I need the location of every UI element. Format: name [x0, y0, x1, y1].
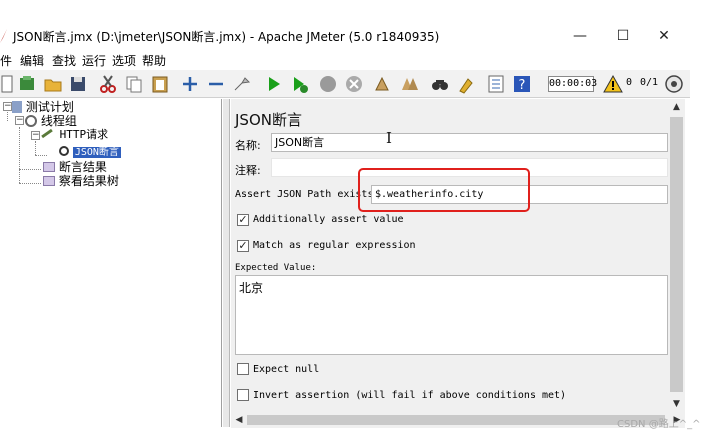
clear-icon[interactable] — [372, 74, 392, 94]
thread-count: 0/1 — [640, 77, 659, 88]
invert-assertion-checkbox[interactable] — [237, 389, 249, 401]
close-button[interactable]: ✕ — [641, 24, 687, 48]
reset-search-icon[interactable] — [456, 74, 476, 94]
menu-run[interactable]: 运行 — [82, 52, 106, 69]
start-icon[interactable] — [264, 74, 284, 94]
gear-icon — [25, 115, 37, 127]
tree-item-label: 测试计划 — [25, 100, 74, 114]
menu-file[interactable]: 件 — [0, 52, 12, 69]
menu-edit[interactable]: 编辑 — [20, 52, 44, 69]
tree-connector — [35, 141, 36, 155]
watermark: CSDN @路上^_^ — [617, 419, 701, 430]
text-cursor-icon: I — [386, 129, 392, 147]
scrollbar-thumb[interactable] — [247, 415, 665, 425]
scroll-down-icon[interactable]: ▼ — [668, 396, 685, 412]
menu-help[interactable]: 帮助 — [142, 52, 166, 69]
page-title: JSON断言 — [235, 111, 302, 129]
clear-all-icon[interactable] — [400, 74, 420, 94]
expect-null-label: Expect null — [253, 364, 320, 375]
remote-icon[interactable] — [664, 74, 684, 94]
additionally-assert-checkbox[interactable]: ✓ — [237, 214, 249, 226]
cut-icon[interactable] — [98, 74, 118, 94]
expect-null-checkbox[interactable] — [237, 363, 249, 375]
open-icon[interactable] — [43, 74, 63, 94]
tree-expander[interactable]: − — [31, 131, 40, 140]
test-plan-tree: − 测试计划 − 线程组 − HTTP请求 JSON断言 断言结果 察看结果树 — [0, 99, 222, 427]
warning-count: 0 — [626, 77, 633, 88]
function-helper-icon[interactable] — [486, 74, 506, 94]
highlight-box — [358, 168, 530, 212]
toggle-icon[interactable] — [232, 74, 252, 94]
menu-options[interactable]: 选项 — [112, 52, 136, 69]
templates-icon[interactable] — [17, 74, 37, 94]
menu-search[interactable]: 查找 — [52, 52, 76, 69]
help-icon[interactable]: ? — [512, 74, 532, 94]
chart-icon — [43, 176, 55, 186]
title-bar: JSON断言.jmx (D:\jmeter\JSON断言.jmx) - Apac… — [0, 24, 690, 48]
tree-item-json-assertion[interactable]: JSON断言 — [59, 144, 121, 158]
tree-item-assertion-results[interactable]: 断言结果 — [43, 160, 107, 174]
minimize-button[interactable]: — — [557, 24, 603, 48]
match-regex-label: Match as regular expression — [253, 240, 416, 251]
tree-expander[interactable]: − — [3, 102, 12, 111]
copy-icon[interactable] — [124, 74, 144, 94]
menu-bar: 件 编辑 查找 运行 选项 帮助 — [0, 50, 690, 68]
tree-item-label: HTTP请求 — [59, 128, 109, 141]
collapse-icon[interactable] — [206, 74, 226, 94]
start-no-pause-icon[interactable] — [290, 74, 310, 94]
tree-connector — [19, 169, 41, 170]
name-input[interactable]: JSON断言 — [271, 133, 668, 152]
elapsed-timer: 00:00:03 — [548, 76, 597, 92]
tree-connector — [35, 155, 47, 156]
magnifier-icon — [59, 146, 69, 156]
scroll-up-icon[interactable]: ▲ — [668, 99, 685, 115]
tree-connector — [19, 127, 20, 183]
tree-item-http-request[interactable]: HTTP请求 — [41, 128, 108, 142]
json-assertion-panel: JSON断言 名称: JSON断言 注释: Assert JSON Path e… — [231, 99, 668, 412]
tree-item-label: JSON断言 — [72, 147, 121, 158]
jmeter-feather-icon — [0, 29, 7, 43]
search-icon[interactable] — [430, 74, 450, 94]
tree-expander[interactable]: − — [15, 116, 24, 125]
scroll-left-icon[interactable]: ◀ — [231, 412, 247, 428]
panel-splitter[interactable] — [223, 99, 230, 427]
invert-assertion-label: Invert assertion (will fail if above con… — [253, 390, 567, 401]
test-plan-icon — [12, 101, 22, 113]
vertical-scrollbar[interactable]: ▲ ▼ — [668, 99, 685, 412]
tree-item-label: 断言结果 — [58, 160, 107, 174]
match-regex-checkbox[interactable]: ✓ — [237, 240, 249, 252]
tree-item-label: 线程组 — [40, 114, 77, 128]
tree-item-test-plan[interactable]: 测试计划 — [12, 100, 74, 114]
window-title: JSON断言.jmx (D:\jmeter\JSON断言.jmx) - Apac… — [13, 30, 440, 44]
svg-text:?: ? — [519, 78, 526, 93]
maximize-button[interactable]: ☐ — [600, 24, 646, 48]
stop-icon[interactable] — [318, 74, 338, 94]
tree-item-thread-group[interactable]: 线程组 — [25, 114, 77, 128]
expand-icon[interactable] — [180, 74, 200, 94]
tree-item-label: 察看结果树 — [58, 174, 119, 188]
toolbar: ? 00:00:03 0 0/1 — [0, 70, 690, 98]
save-icon[interactable] — [68, 74, 88, 94]
name-label: 名称: — [235, 139, 261, 152]
chart-icon — [43, 162, 55, 172]
shutdown-icon[interactable] — [344, 74, 364, 94]
additionally-assert-label: Additionally assert value — [253, 214, 404, 225]
tree-item-view-results-tree[interactable]: 察看结果树 — [43, 174, 119, 188]
comment-label: 注释: — [235, 164, 261, 177]
warning-icon[interactable] — [603, 74, 623, 94]
expected-value-textarea[interactable]: 北京 — [235, 275, 668, 355]
tree-connector — [19, 183, 41, 184]
paste-icon[interactable] — [150, 74, 170, 94]
pen-icon — [41, 128, 53, 139]
scrollbar-thumb[interactable] — [670, 117, 683, 392]
expected-value-label: Expected Value: — [235, 263, 317, 273]
